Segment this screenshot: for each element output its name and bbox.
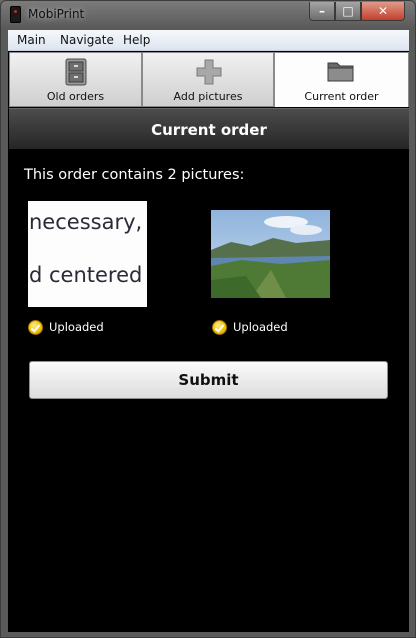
close-icon: ✕ — [377, 4, 389, 18]
tab-current-order[interactable]: Current order — [274, 52, 409, 107]
upload-status-2: Uploaded — [212, 319, 288, 335]
maximize-icon: □ — [342, 4, 354, 18]
tab-bar: Old orders Add pictures Current order — [9, 52, 409, 107]
page-title: Current order — [151, 121, 267, 139]
close-button[interactable]: ✕ — [361, 2, 405, 21]
tab-old-orders[interactable]: Old orders — [9, 52, 142, 107]
menu-main[interactable]: Main — [17, 33, 46, 47]
app-phone-icon — [10, 6, 21, 23]
tab-add-pictures-label: Add pictures — [173, 90, 243, 103]
uploaded-check-icon — [28, 319, 43, 335]
maximize-button[interactable]: □ — [335, 2, 361, 21]
menu-help[interactable]: Help — [123, 33, 150, 47]
folder-icon — [327, 62, 354, 82]
thumbnail-text-line-2: d centered — [29, 263, 143, 287]
plus-icon — [196, 59, 222, 85]
client-area: Main Navigate Help Old orders Add pictur… — [8, 30, 409, 632]
title-bar[interactable]: MobiPrint – □ ✕ — [1, 1, 415, 29]
thumbnail-text-line-1: necessary, — [29, 210, 143, 234]
tab-add-pictures[interactable]: Add pictures — [142, 52, 274, 107]
tab-old-orders-label: Old orders — [46, 90, 105, 103]
app-window: MobiPrint – □ ✕ Main Navigate Help Old o… — [0, 0, 416, 638]
status-label-1: Uploaded — [49, 320, 104, 334]
status-label-2: Uploaded — [233, 320, 288, 334]
menu-navigate[interactable]: Navigate — [60, 33, 114, 47]
page-header: Current order — [9, 108, 409, 149]
uploaded-check-icon — [212, 319, 227, 335]
cabinet-icon — [65, 58, 87, 86]
picture-thumbnail-1[interactable]: necessary, d centered — [28, 201, 147, 307]
submit-button[interactable]: Submit — [29, 361, 388, 399]
minimize-icon: – — [319, 4, 325, 18]
tab-current-order-label: Current order — [304, 90, 379, 103]
minimize-button[interactable]: – — [309, 2, 335, 21]
upload-status-1: Uploaded — [28, 319, 104, 335]
window-title: MobiPrint — [28, 7, 85, 21]
order-summary: This order contains 2 pictures: — [24, 167, 245, 183]
menu-bar: Main Navigate Help — [8, 30, 409, 51]
picture-thumbnail-2[interactable] — [211, 210, 330, 298]
